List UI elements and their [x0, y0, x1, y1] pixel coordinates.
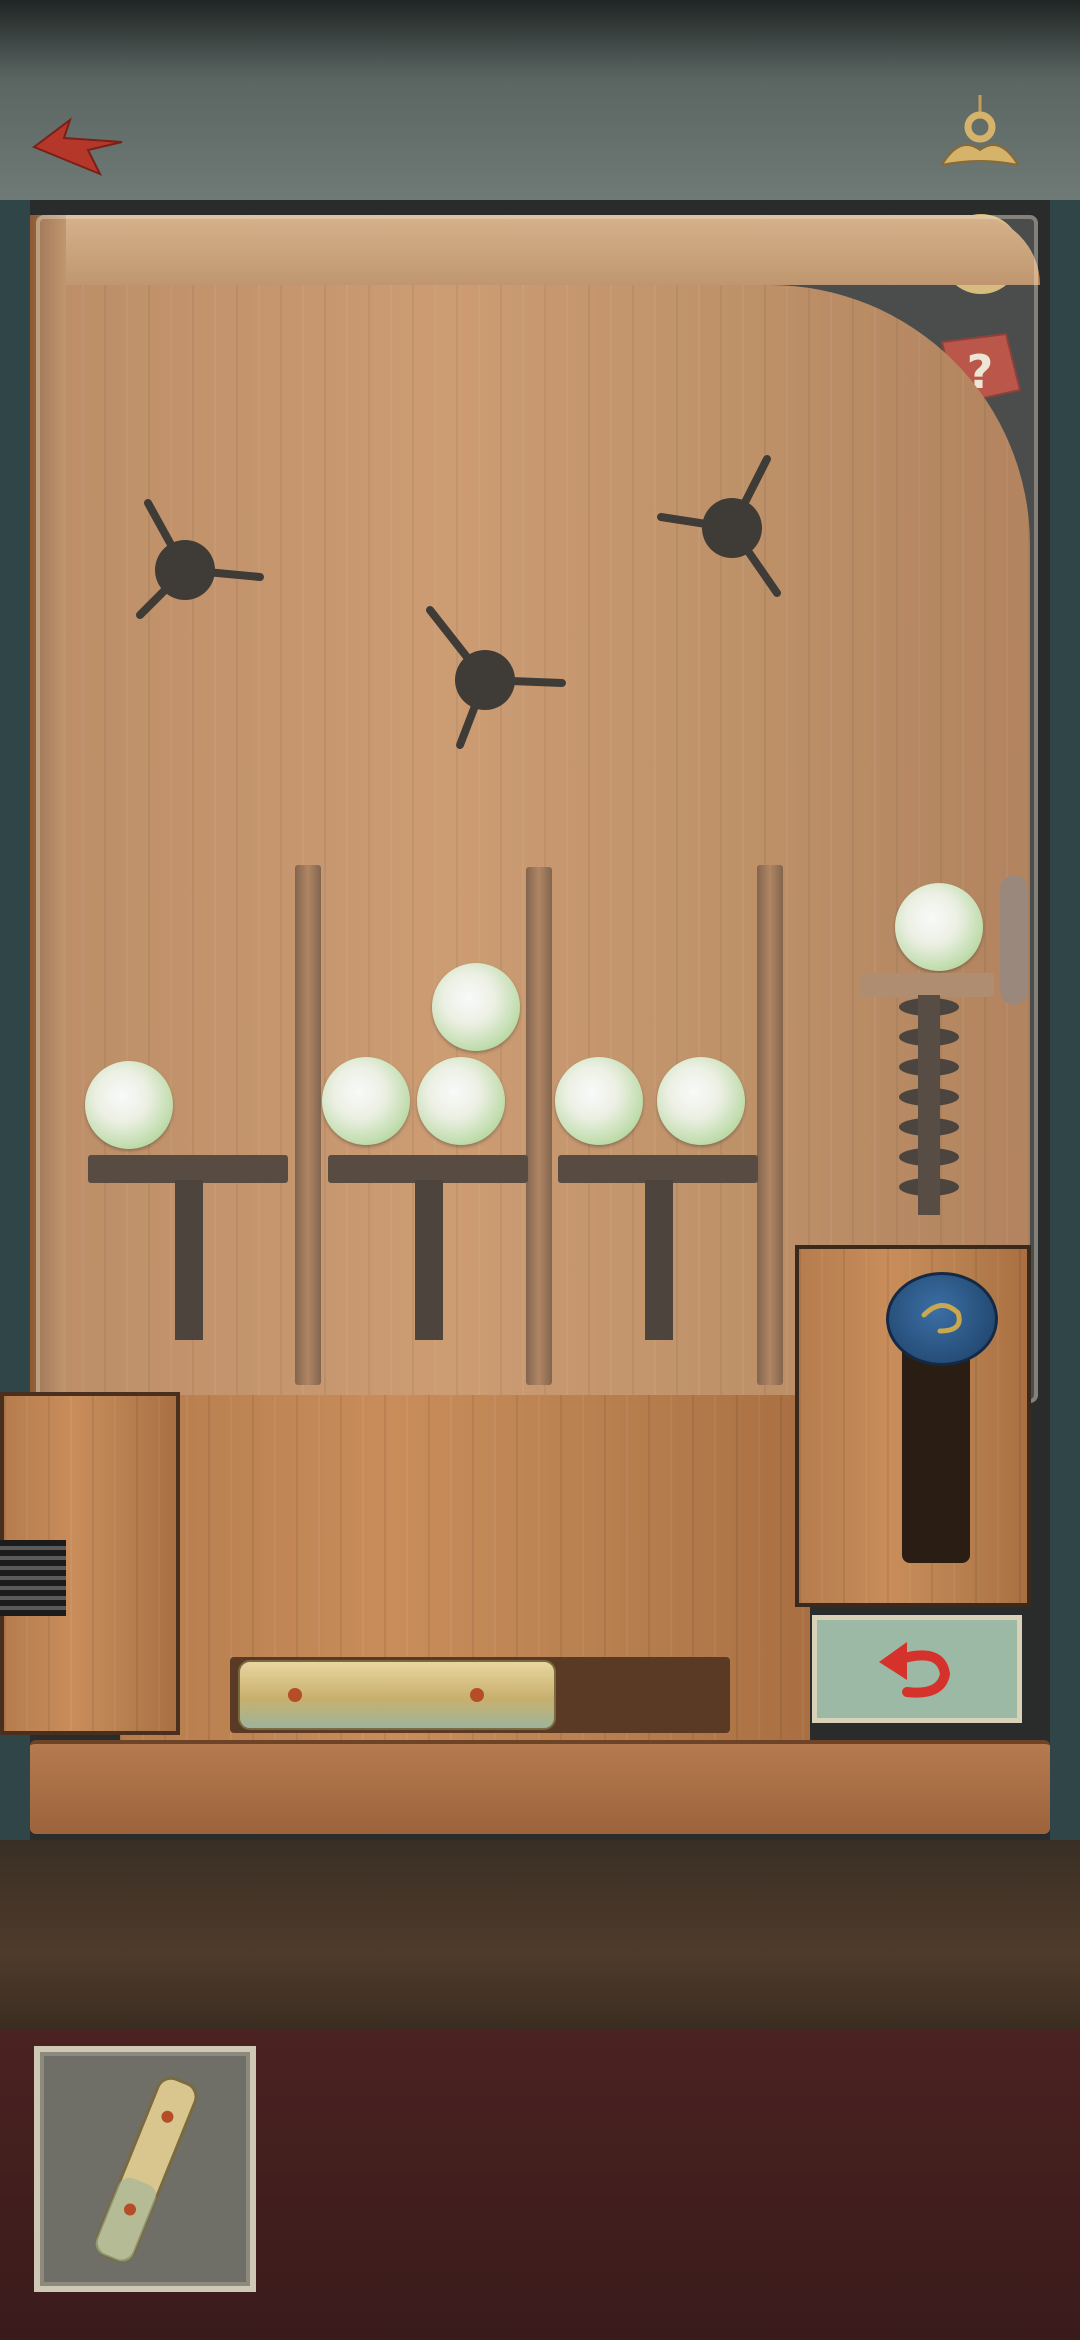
undo-arrow-icon	[879, 1642, 951, 1698]
reset-button[interactable]	[812, 1615, 1022, 1723]
key-ring-icon	[939, 95, 1021, 167]
arrow-left-icon	[31, 117, 123, 176]
key-ring-button[interactable]	[930, 95, 1030, 175]
side-drawer-spring	[0, 1540, 66, 1616]
blue-knob[interactable]	[886, 1272, 998, 1366]
machine-base	[30, 1740, 1050, 1834]
glass-front	[36, 215, 1038, 1403]
background-wall	[0, 0, 1080, 200]
back-button[interactable]	[28, 112, 128, 182]
bamboo-stick-inserted	[238, 1660, 556, 1730]
bamboo-stick-icon	[94, 2076, 198, 2263]
table-surface	[0, 1840, 1080, 2030]
slider-slot	[902, 1333, 970, 1563]
blue-knob-icon	[921, 1303, 962, 1334]
ball-machine	[30, 195, 1050, 1835]
background-bookshelf-right	[1050, 200, 1080, 1850]
inventory-slot[interactable]	[34, 2046, 256, 2292]
